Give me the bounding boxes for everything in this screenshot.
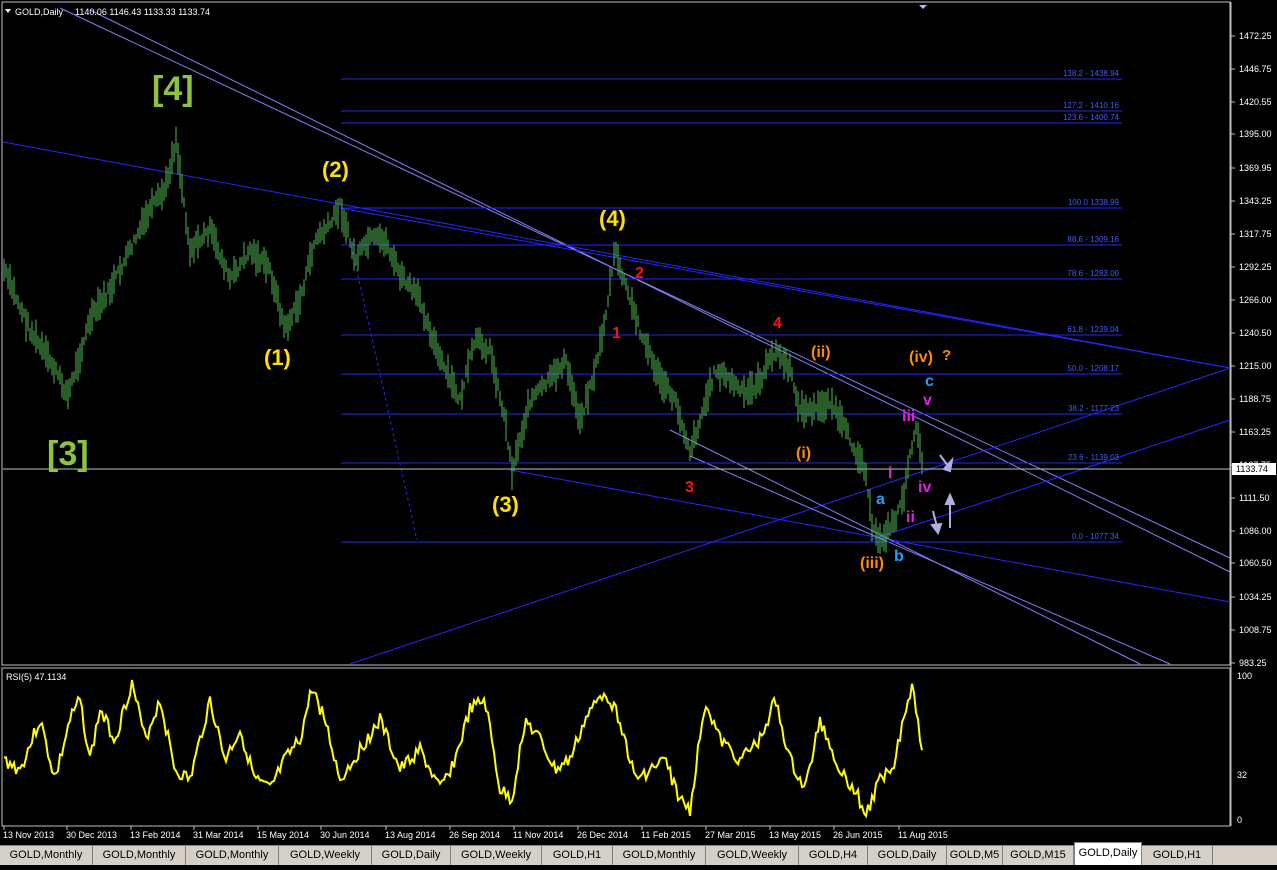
date-label: 11 Nov 2014	[513, 830, 563, 840]
fib-level-label: 127.2 - 1410.16	[1063, 101, 1120, 110]
rsi-axis-0: 0	[1237, 815, 1242, 825]
fib-level-label: 38.2 - 1177.23	[1068, 404, 1120, 413]
date-label: 26 Jun 2015	[833, 830, 883, 840]
tab-gold-daily[interactable]: GOLD,Daily	[868, 846, 947, 865]
date-label: 11 Feb 2015	[641, 830, 691, 840]
price-axis-label: 1034.25	[1239, 592, 1272, 602]
wave-label: (3)	[492, 492, 519, 517]
wave-label: ii	[906, 509, 915, 526]
date-label: 11 Aug 2015	[898, 830, 948, 840]
date-label: 13 Nov 2013	[3, 830, 54, 840]
wave-label: v	[923, 392, 932, 409]
wave-label: iv	[918, 479, 931, 496]
date-label: 27 Mar 2015	[705, 830, 756, 840]
wave-label: (4)	[599, 206, 626, 231]
price-chart[interactable]: 138.2 - 1438.94 127.2 - 1410.16 123.6 - 14…	[0, 0, 1277, 865]
date-label: 13 Aug 2014	[385, 830, 436, 840]
price-axis-label: 1240.50	[1239, 328, 1272, 338]
tab-gold-monthly[interactable]: GOLD,Monthly	[186, 846, 279, 865]
tab-gold-daily[interactable]: GOLD,Daily	[1074, 842, 1142, 865]
tab-gold-monthly[interactable]: GOLD,Monthly	[613, 846, 706, 865]
rsi-axis-100: 100	[1237, 671, 1252, 681]
wave-label: a	[876, 491, 885, 508]
tab-gold-m5[interactable]: GOLD,M5	[947, 846, 1003, 865]
wave-label: 2	[635, 265, 644, 282]
fib-level-label: 0.0 - 1077.34	[1072, 532, 1120, 541]
tab-gold-daily[interactable]: GOLD,Daily	[372, 846, 451, 865]
date-axis: 13 Nov 2013 30 Dec 2013 13 Feb 2014 31 Mar …	[3, 826, 948, 840]
tab-gold-h1[interactable]: GOLD,H1	[542, 846, 613, 865]
date-label: 26 Sep 2014	[449, 830, 500, 840]
tab-gold-h4[interactable]: GOLD,H4	[799, 846, 868, 865]
chart-ohlc: 1140.06 1146.43 1133.33 1133.74	[75, 7, 210, 17]
wave-label: 1	[612, 325, 621, 342]
date-label: 30 Jun 2014	[320, 830, 370, 840]
wave-label: iii	[902, 408, 915, 425]
date-label: 30 Dec 2013	[66, 830, 117, 840]
wave-label: c	[925, 373, 934, 390]
chart-symbol: GOLD,Daily	[15, 7, 64, 17]
tab-gold-m15[interactable]: GOLD,M15	[1003, 846, 1074, 865]
fib-level-label: 138.2 - 1438.94	[1063, 69, 1120, 78]
fib-level-label: 100.0 1338.99	[1068, 198, 1120, 207]
wave-label: [3]	[47, 435, 89, 473]
fib-level-label: 50.0 - 1208.17	[1067, 364, 1119, 373]
current-price-label: 1133.74	[1236, 464, 1268, 474]
wave-label: (iii)	[860, 555, 884, 572]
price-axis-label: 1446.75	[1239, 64, 1272, 74]
wave-label: (i)	[796, 445, 811, 462]
price-axis-label: 1060.50	[1239, 558, 1272, 568]
price-axis-label: 1369.95	[1239, 163, 1272, 173]
tab-gold-weekly[interactable]: GOLD,Weekly	[706, 846, 799, 865]
wave-label: [4]	[152, 70, 194, 108]
wave-label: (ii)	[811, 344, 831, 361]
price-axis-label: 1317.75	[1239, 229, 1272, 239]
price-axis: 1472.25 1446.75 1420.55 1395.00 1369.95 1343.…	[1231, 31, 1272, 668]
tab-gold-h1[interactable]: GOLD,H1	[1142, 846, 1213, 865]
price-axis-label: 1215.00	[1239, 361, 1272, 371]
wave-label: 4	[773, 315, 782, 332]
price-axis-label: 1420.55	[1239, 97, 1272, 107]
fib-level-label: 123.6 - 1400.74	[1063, 113, 1120, 122]
wave-label: ?	[942, 347, 951, 364]
price-axis-label: 1266.00	[1239, 295, 1272, 305]
wave-label: i	[888, 465, 892, 482]
price-axis-label: 1086.00	[1239, 526, 1272, 536]
date-label: 31 Mar 2014	[193, 830, 244, 840]
price-axis-label: 1163.25	[1239, 427, 1271, 437]
fib-level-label: 78.6 - 1283.00	[1067, 269, 1119, 278]
date-label: 15 May 2014	[257, 830, 309, 840]
chart-window: 138.2 - 1438.94 127.2 - 1410.16 123.6 - 14…	[0, 0, 1277, 865]
wave-label: 3	[685, 479, 694, 496]
price-axis-label: 1292.25	[1239, 262, 1272, 272]
date-label: 26 Dec 2014	[577, 830, 628, 840]
price-axis-label: 1343.25	[1239, 196, 1272, 206]
price-axis-label: 1008.75	[1239, 625, 1272, 635]
price-axis-label: 1111.50	[1239, 493, 1270, 503]
fib-level-label: 61.8 - 1239.04	[1067, 325, 1119, 334]
rsi-label: RSI(5) 47.1134	[6, 672, 66, 682]
chart-tabs: GOLD,Monthly GOLD,Monthly GOLD,Monthly GOLD…	[0, 842, 1277, 865]
rsi-pane[interactable]	[1, 667, 1231, 827]
price-axis-label: 1188.75	[1239, 394, 1271, 404]
date-label: 13 Feb 2014	[130, 830, 181, 840]
tab-gold-weekly[interactable]: GOLD,Weekly	[451, 846, 542, 865]
fib-level-label: 23.6 - 1139.03	[1068, 453, 1120, 462]
wave-label: (1)	[264, 345, 291, 370]
tab-gold-weekly[interactable]: GOLD,Weekly	[279, 846, 372, 865]
price-axis-label: 1395.00	[1239, 129, 1272, 139]
price-axis-label: 1472.25	[1239, 31, 1272, 41]
wave-label: (iv)	[909, 349, 933, 366]
fib-level-label: 88.6 - 1309.16	[1067, 235, 1119, 244]
tab-gold-monthly[interactable]: GOLD,Monthly	[0, 846, 93, 865]
price-axis-label: 983.25	[1239, 658, 1267, 668]
wave-label: b	[894, 548, 904, 565]
wave-label: (2)	[322, 157, 349, 182]
rsi-axis-32: 32	[1237, 770, 1247, 780]
date-label: 13 May 2015	[769, 830, 821, 840]
tab-gold-monthly[interactable]: GOLD,Monthly	[93, 846, 186, 865]
